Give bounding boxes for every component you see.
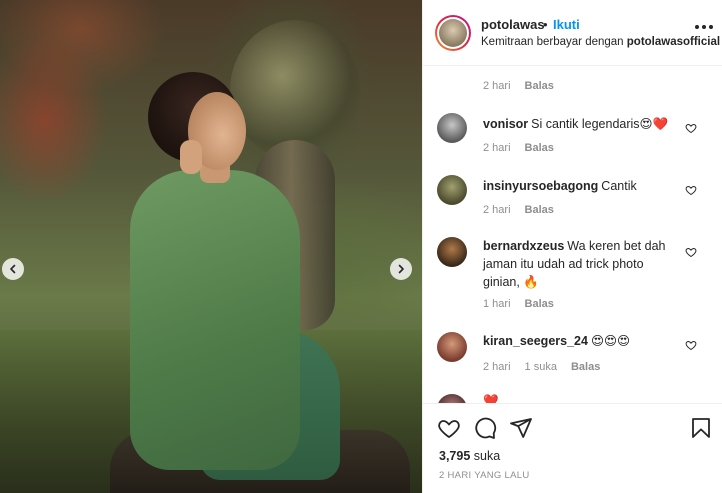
commenter-username[interactable]: bernardxzeus xyxy=(483,239,564,253)
reply-button[interactable]: Balas xyxy=(525,204,554,216)
reply-button[interactable]: Balas xyxy=(525,142,554,154)
follow-button[interactable]: Ikuti xyxy=(553,17,580,32)
reply-button[interactable]: Balas xyxy=(571,361,600,373)
author-username[interactable]: potolawas xyxy=(481,17,545,32)
paid-partnership-label: Kemitraan berbayar dengan potolawasoffic… xyxy=(481,36,721,48)
likes-count[interactable]: 3,795 suka xyxy=(439,449,500,463)
partner-username[interactable]: potolawasofficial xyxy=(627,36,720,48)
post-timestamp: 2 HARI YANG LALU xyxy=(439,470,530,481)
comment-meta: 2 hari 1 suka Balas xyxy=(483,361,601,373)
comment-meta: 1 hari Balas xyxy=(483,298,554,310)
chevron-left-icon xyxy=(10,264,16,274)
previous-photo-button[interactable] xyxy=(2,258,24,280)
chevron-right-icon xyxy=(398,264,404,274)
photo-figure-hand xyxy=(180,140,202,174)
more-options-icon[interactable] xyxy=(695,25,713,31)
like-comment-heart-icon[interactable] xyxy=(685,339,697,351)
comment-likes[interactable]: 1 suka xyxy=(525,361,557,373)
reply-button[interactable]: Balas xyxy=(525,80,554,92)
commenter-avatar[interactable] xyxy=(437,237,467,267)
bookmark-icon[interactable] xyxy=(689,416,713,440)
comment-icon[interactable] xyxy=(473,416,497,440)
like-comment-heart-icon[interactable] xyxy=(685,184,697,196)
reply-button[interactable]: Balas xyxy=(525,298,554,310)
commenter-avatar[interactable] xyxy=(437,113,467,143)
send-icon[interactable] xyxy=(509,416,533,440)
commenter-avatar[interactable] xyxy=(437,175,467,205)
photo-flowers xyxy=(230,20,360,160)
post-actions: 3,795 suka 2 HARI YANG LALU xyxy=(423,403,722,493)
separator-dot: • xyxy=(543,17,548,32)
like-comment-heart-icon[interactable] xyxy=(685,246,697,258)
post-photo xyxy=(0,0,422,493)
author-avatar[interactable] xyxy=(435,15,471,51)
commenter-username[interactable]: kiran_seegers_24 xyxy=(483,334,588,348)
comment-text: vonisor Si cantik legendaris😍❤️ xyxy=(483,117,669,131)
next-photo-button[interactable] xyxy=(390,258,412,280)
comments-list[interactable]: 2 hari Balas vonisor Si cantik legendaris😍… xyxy=(423,66,722,403)
comment-text: ❤️ xyxy=(483,394,499,403)
heart-icon[interactable] xyxy=(437,416,461,440)
comment-meta: 2 hari Balas xyxy=(483,204,554,216)
comment-text: bernardxzeus Wa keren bet dah jaman itu u… xyxy=(483,239,666,289)
commenter-username[interactable]: insinyursoebagong xyxy=(483,179,598,193)
commenter-username[interactable]: vonisor xyxy=(483,117,528,131)
photo-figure-body xyxy=(130,170,300,470)
post-side-panel: potolawas • Ikuti Kemitraan berbayar den… xyxy=(422,0,722,493)
comment-meta: 2 hari Balas xyxy=(483,142,554,154)
comment-text: insinyursoebagong Cantik xyxy=(483,179,637,193)
comment-meta: 2 hari Balas xyxy=(483,80,554,92)
like-comment-heart-icon[interactable] xyxy=(685,122,697,134)
commenter-avatar[interactable] xyxy=(437,394,467,403)
comment-text: kiran_seegers_24 😍😍😍 xyxy=(483,334,631,348)
commenter-avatar[interactable] xyxy=(437,332,467,362)
post-header: potolawas • Ikuti Kemitraan berbayar den… xyxy=(423,0,722,66)
